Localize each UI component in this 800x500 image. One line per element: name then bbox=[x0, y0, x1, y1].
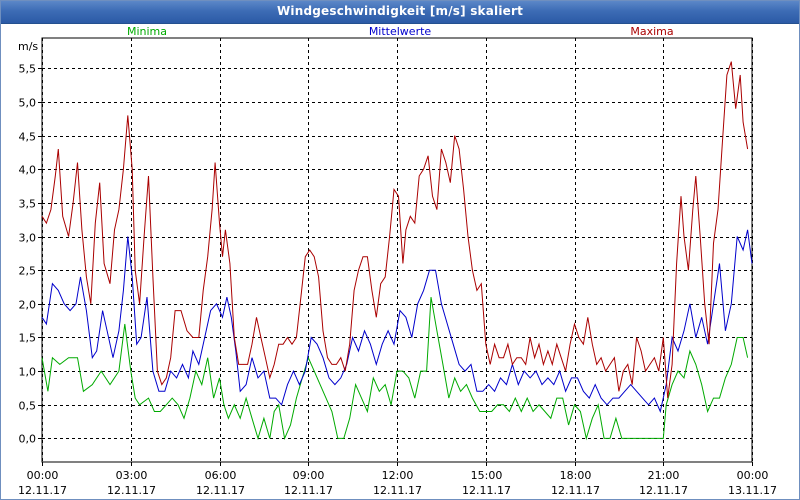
x-tick-date-label: 12.11.17 bbox=[551, 484, 600, 497]
series-line-minima bbox=[41, 297, 749, 441]
y-tick-label: 5,0 bbox=[19, 97, 37, 110]
x-tick-time-label: 15:00 bbox=[471, 469, 503, 482]
x-tick-date-label: 12.11.17 bbox=[373, 484, 422, 497]
x-tick-date-label: 12.11.17 bbox=[639, 484, 688, 497]
line-chart: 0,0 0,5 1,0 1,5 2,0 2,5 3,0 3,5 4,0 4,5 5,0 5,5 m/s 0… bbox=[18, 25, 777, 497]
y-tick-label: 4,0 bbox=[19, 164, 37, 177]
y-tick-label: 1,5 bbox=[19, 332, 37, 345]
series-line-maxima bbox=[41, 61, 749, 399]
legend-entry-minima: Minima bbox=[127, 25, 167, 38]
y-tick-label: 1,0 bbox=[19, 366, 37, 379]
y-tick-label: 5,5 bbox=[19, 63, 37, 76]
x-tick-date-label: 12.11.17 bbox=[18, 484, 67, 497]
legend-entry-maxima: Maxima bbox=[630, 25, 673, 38]
y-tick-label: 0,0 bbox=[19, 433, 37, 446]
x-tick-time-label: 12:00 bbox=[382, 469, 414, 482]
y-tick-label: 2,5 bbox=[19, 265, 37, 278]
x-tick-time-label: 18:00 bbox=[560, 469, 592, 482]
y-tick-label: 0,5 bbox=[19, 400, 37, 413]
x-tick-time-label: 21:00 bbox=[648, 469, 680, 482]
y-tick-label: 2,0 bbox=[19, 299, 37, 312]
y-tick-label: 3,0 bbox=[19, 232, 37, 245]
x-tick-time-label: 03:00 bbox=[116, 469, 148, 482]
y-tick-label: 3,5 bbox=[19, 198, 37, 211]
x-tick-time-label: 00:00 bbox=[737, 469, 769, 482]
legend-entry-mittelwerte: Mittelwerte bbox=[369, 25, 432, 38]
x-tick-date-label: 12.11.17 bbox=[284, 484, 333, 497]
x-tick-time-label: 06:00 bbox=[205, 469, 237, 482]
y-axis-label: m/s bbox=[18, 40, 38, 53]
x-tick-time-label: 09:00 bbox=[293, 469, 325, 482]
x-tick-date-label: 12.11.17 bbox=[107, 484, 156, 497]
x-tick-time-label: 00:00 bbox=[27, 469, 59, 482]
x-tick-date-label: 12.11.17 bbox=[196, 484, 245, 497]
x-tick-date-label: 12.11.17 bbox=[462, 484, 511, 497]
y-tick-label: 4,5 bbox=[19, 131, 37, 144]
x-tick-date-label: 13.11.17 bbox=[728, 484, 777, 497]
